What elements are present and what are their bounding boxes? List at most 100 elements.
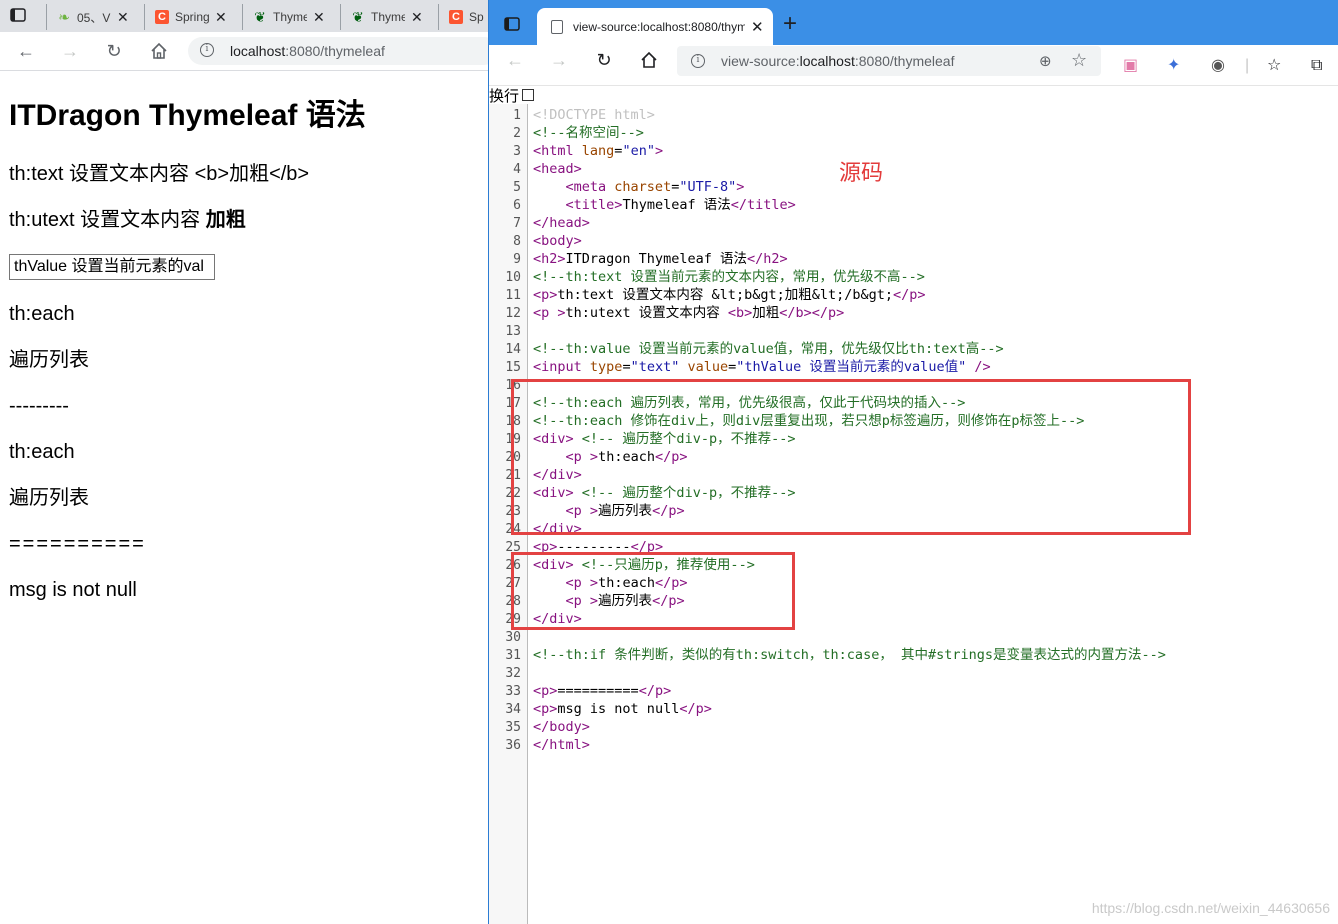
line-code: <body> (533, 233, 582, 249)
right-toolbar: ← → ↻ i view-source:localhost:8080/thyme… (489, 45, 1338, 86)
source-line: 7 </head> (489, 214, 590, 232)
line-number: 7 (513, 216, 521, 231)
th-value-input[interactable]: thValue 设置当前元素的val (9, 254, 215, 280)
line-code: <title>Thymeleaf 语法</title> (565, 197, 796, 213)
source-line: 36 </html> (489, 736, 590, 754)
toolbar-divider: | (1245, 57, 1250, 74)
back-arrow-icon[interactable]: ← (16, 41, 36, 61)
tab-title: 05、V (77, 10, 111, 25)
line-number: 8 (513, 234, 521, 249)
right-tab-strip: view-source:localhost:8080/thym ✕ + (489, 0, 1338, 45)
forward-arrow-icon[interactable]: → (549, 50, 569, 70)
line-code: <!--th:if 条件判断，类似的有th:switch，th:case， 其中… (533, 647, 1166, 663)
line-number: 15 (505, 360, 521, 375)
line-number: 3 (513, 144, 521, 159)
line-number: 31 (505, 648, 521, 663)
source-line: 5 <meta charset="UTF-8"> (489, 178, 744, 196)
reload-icon[interactable]: ↻ (594, 50, 614, 70)
close-tab-icon[interactable]: ✕ (117, 9, 129, 26)
highlight-box-p-each (511, 552, 795, 630)
line-number: 4 (513, 162, 521, 177)
line-number: 9 (513, 252, 521, 267)
source-line: 31 <!--th:if 条件判断，类似的有th:switch，th:case， … (489, 646, 1166, 664)
forward-arrow-icon[interactable]: → (60, 41, 80, 61)
reload-icon[interactable]: ↻ (104, 41, 124, 61)
collections-icon[interactable]: ⧉ (1311, 57, 1322, 75)
source-line: 9 <h2>ITDragon Thymeleaf 语法</h2> (489, 250, 787, 268)
extension-blue-icon[interactable]: ✦ (1167, 57, 1180, 75)
bold-text: 加粗 (205, 209, 246, 231)
add-favorite-icon[interactable]: ☆ (1071, 50, 1087, 71)
line-number: 5 (513, 180, 521, 195)
msg-paragraph: msg is not null (9, 579, 137, 601)
each-paragraph-2: th:each (9, 441, 75, 463)
browser-tab[interactable]: ❧ 05、V ✕ (46, 4, 142, 30)
source-annotation-label: 源码 (839, 161, 884, 186)
line-number: 1 (513, 108, 521, 123)
tab-actions-icon[interactable] (504, 16, 520, 32)
thymeleaf-icon: ❦ (254, 8, 266, 25)
source-line: 34 <p>msg is not null</p> (489, 700, 712, 718)
line-code: <p>==========</p> (533, 683, 672, 699)
th-utext-paragraph: th:utext 设置文本内容 加粗 (9, 209, 246, 231)
source-line: 3 <html lang="en"> (489, 142, 663, 160)
csdn-c-icon: C (155, 10, 169, 24)
line-number: 6 (513, 198, 521, 213)
source-line: 32 (489, 664, 521, 682)
new-tab-icon[interactable]: + (783, 10, 797, 38)
tab-title: Thyme (371, 10, 405, 24)
home-icon[interactable] (150, 42, 168, 60)
view-source-tab[interactable]: view-source:localhost:8080/thym ✕ (537, 8, 773, 45)
line-wrap-checkbox[interactable] (522, 89, 535, 101)
right-address-bar[interactable]: i view-source:localhost:8080/thymeleaf ⊕… (677, 46, 1101, 76)
source-line: 33 <p>==========</p> (489, 682, 671, 700)
tab-actions-icon[interactable] (10, 7, 26, 23)
source-line: 12 <p >th:utext 设置文本内容 <b>加粗</b></p> (489, 304, 844, 322)
line-number: 35 (505, 720, 521, 735)
site-info-icon[interactable]: i (691, 54, 705, 68)
left-toolbar: ← → ↻ i localhost:8080/thymeleaf (0, 32, 488, 71)
line-number: 30 (505, 630, 521, 645)
line-code: </html> (533, 737, 590, 753)
line-code: <html lang="en"> (533, 143, 664, 159)
close-tab-icon[interactable]: ✕ (411, 9, 423, 26)
line-code: <p>msg is not null</p> (533, 701, 712, 717)
favorites-icon[interactable]: ☆ (1267, 57, 1281, 75)
line-code: <!DOCTYPE html> (533, 107, 655, 123)
line-number: 10 (505, 270, 521, 285)
line-wrap-toggle[interactable]: 换行 (489, 86, 535, 105)
close-tab-icon[interactable]: ✕ (751, 18, 764, 36)
line-number: 33 (505, 684, 521, 699)
tab-title: Spring (175, 10, 209, 24)
line-code: </head> (533, 215, 590, 231)
browser-tab[interactable]: ❦ Thyme ✕ (242, 4, 338, 30)
line-code: <input type="text" value="thValue 设置当前元素… (533, 359, 991, 375)
browser-tab[interactable]: ❦ Thyme ✕ (340, 4, 436, 30)
left-url-text[interactable]: localhost:8080/thymeleaf (230, 43, 385, 59)
line-number: 12 (505, 306, 521, 321)
left-address-bar[interactable]: i localhost:8080/thymeleaf (188, 37, 488, 65)
th-text-paragraph: th:text 设置文本内容 <b>加粗</b> (9, 163, 310, 185)
list-paragraph-1: 遍历列表 (9, 349, 89, 371)
page-icon (551, 19, 563, 34)
source-line: 6 <title>Thymeleaf 语法</title> (489, 196, 796, 214)
extension-gray-icon[interactable]: ◉ (1211, 57, 1225, 75)
left-tab-strip: ❧ 05、V ✕ C Spring ✕ ❦ Thyme ✕ ❦ Thyme ✕ C Sp (0, 0, 488, 32)
line-code: <meta charset="UTF-8"> (565, 179, 745, 195)
back-arrow-icon[interactable]: ← (505, 50, 525, 70)
left-browser-window: ❧ 05、V ✕ C Spring ✕ ❦ Thyme ✕ ❦ Thyme ✕ C Sp ← → ↻ i … (0, 0, 488, 924)
extension-pink-icon[interactable]: ▣ (1123, 57, 1138, 75)
close-tab-icon[interactable]: ✕ (313, 9, 325, 26)
home-icon[interactable] (640, 51, 658, 69)
line-code: <p>th:text 设置文本内容 &lt;b&gt;加粗&lt;/b&gt;<… (533, 287, 926, 303)
browser-tab[interactable]: C Sp (438, 4, 488, 30)
zoom-icon[interactable]: ⊕ (1039, 52, 1052, 70)
rendered-page: ITDragon Thymeleaf 语法 th:text 设置文本内容 <b>… (9, 70, 479, 601)
close-tab-icon[interactable]: ✕ (215, 9, 227, 26)
right-url-text[interactable]: view-source:localhost:8080/thymeleaf (721, 53, 954, 69)
source-line: 13 (489, 322, 521, 340)
site-info-icon[interactable]: i (200, 43, 214, 57)
browser-tab[interactable]: C Spring ✕ (144, 4, 240, 30)
equals-paragraph: ========== (9, 533, 146, 555)
source-line: 2 <!--名称空间--> (489, 124, 644, 142)
